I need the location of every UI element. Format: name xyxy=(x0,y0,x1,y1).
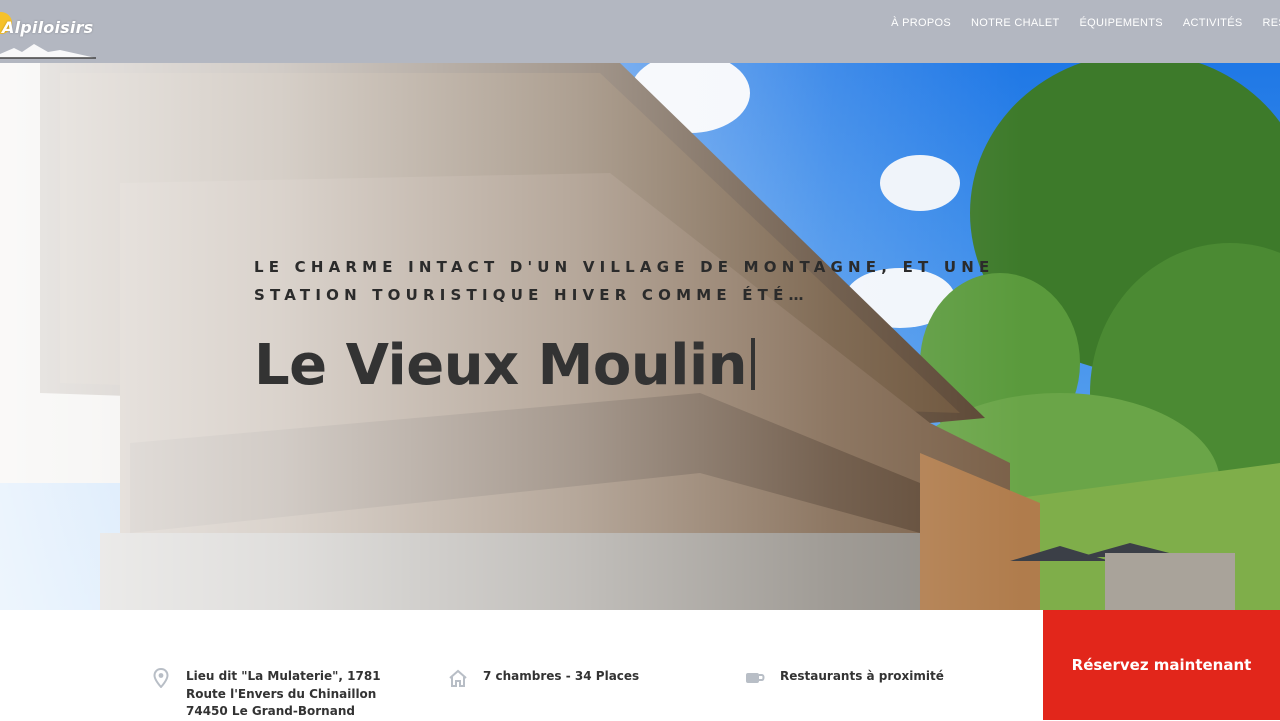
nav-item-activites[interactable]: ACTIVITÉS xyxy=(1183,17,1243,29)
main-nav: À PROPOS NOTRE CHALET ÉQUIPEMENTS ACTIVI… xyxy=(871,0,1280,46)
hero-title: Le Vieux Moulin xyxy=(254,333,755,398)
logo-text: Alpiloisirs xyxy=(2,18,94,37)
info-address: Lieu dit "La Mulaterie", 1781 Route l'En… xyxy=(150,668,381,721)
hero-tagline-line2: STATION TOURISTIQUE HIVER COMME ÉTÉ… xyxy=(254,286,809,304)
book-now-label: Réservez maintenant xyxy=(1071,656,1252,674)
address-line2: Route l'Envers du Chinaillon xyxy=(186,686,377,701)
nav-item-reservation[interactable]: RES xyxy=(1262,17,1280,29)
book-now-button[interactable]: Réservez maintenant xyxy=(1043,610,1280,720)
house-icon xyxy=(447,668,469,688)
site-header: Alpiloisirs À PROPOS NOTRE CHALET ÉQUIPE… xyxy=(0,0,1280,63)
nav-item-notre-chalet[interactable]: NOTRE CHALET xyxy=(971,17,1060,29)
rooms-text: 7 chambres - 34 Places xyxy=(483,669,640,683)
typing-cursor xyxy=(751,338,755,390)
address-line1: Lieu dit "La Mulaterie", 1781 xyxy=(186,669,381,683)
info-restaurants: Restaurants à proximité xyxy=(744,668,944,688)
nav-item-equipements[interactable]: ÉQUIPEMENTS xyxy=(1080,17,1163,29)
site-logo[interactable]: Alpiloisirs xyxy=(0,6,100,59)
mountain-icon xyxy=(0,44,96,59)
hero-section: LE CHARME INTACT D'UN VILLAGE DE MONTAGN… xyxy=(0,63,1280,610)
hero-title-text: Le Vieux Moulin xyxy=(254,333,748,398)
hero-tagline-line1: LE CHARME INTACT D'UN VILLAGE DE MONTAGN… xyxy=(254,258,995,276)
restaurants-text: Restaurants à proximité xyxy=(780,669,944,683)
map-pin-icon xyxy=(150,668,172,688)
hero-tagline: LE CHARME INTACT D'UN VILLAGE DE MONTAGN… xyxy=(254,253,1114,309)
nav-item-a-propos[interactable]: À PROPOS xyxy=(891,17,951,29)
info-rooms: 7 chambres - 34 Places xyxy=(447,668,639,688)
address-line3: 74450 Le Grand-Bornand xyxy=(186,704,355,718)
coffee-cup-icon xyxy=(744,668,766,688)
address-text: Lieu dit "La Mulaterie", 1781 Route l'En… xyxy=(186,668,381,721)
